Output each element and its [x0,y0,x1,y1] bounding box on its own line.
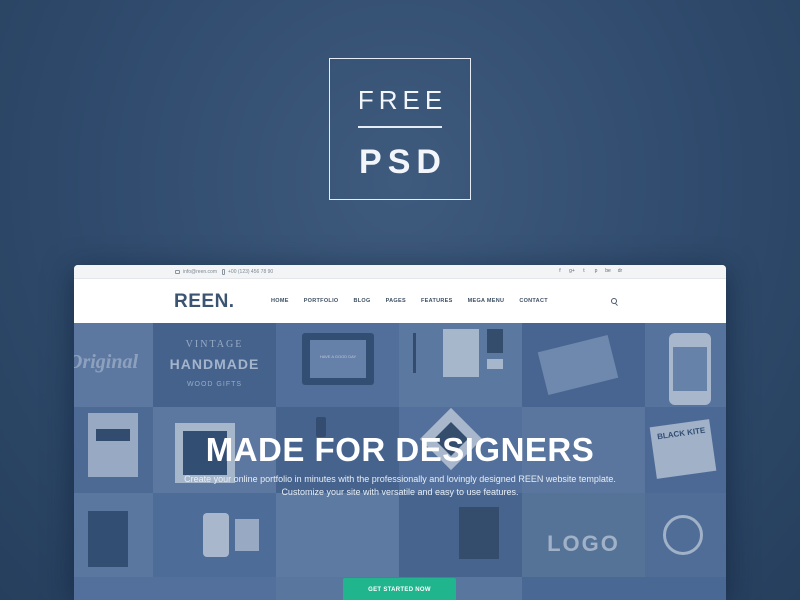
badge-free-text: FREE [357,85,448,115]
navbar: REEN. HOME PORTFOLIO BLOG PAGES FEATURES… [74,279,726,323]
nav-contact[interactable]: CONTACT [519,298,548,304]
nav-features[interactable]: FEATURES [421,298,453,304]
nav-portfolio[interactable]: PORTFOLIO [304,298,339,304]
google-plus-icon[interactable]: g+ [569,268,575,275]
topbar-phone[interactable]: +00 (123) 456 78 90 [222,269,273,275]
topbar-phone-text: +00 (123) 456 78 90 [228,269,274,275]
pinterest-icon[interactable]: p [593,268,599,275]
hero-subtitle: Create your online portfolio in minutes … [184,474,616,497]
dribbble-icon[interactable]: dr [617,268,623,275]
hero-title: MADE FOR DESIGNERS [205,431,595,468]
search-icon[interactable] [611,298,617,304]
website-mockup: info@reen.com +00 (123) 456 78 90 f g+ t… [74,265,726,600]
social-links: f g+ t p be dr [557,268,623,275]
topbar-email[interactable]: info@reen.com [175,269,217,275]
nav-home[interactable]: HOME [271,298,289,304]
badge-psd-text: PSD [359,143,447,181]
nav-pages[interactable]: PAGES [386,298,406,304]
topbar-email-text: info@reen.com [183,269,217,275]
envelope-icon [175,270,180,274]
facebook-icon[interactable]: f [557,268,563,275]
nav-mega-menu[interactable]: MEGA MENU [468,298,505,304]
site-logo[interactable]: REEN. [174,291,235,313]
free-psd-badge: FREE PSD [329,58,471,200]
twitter-icon[interactable]: t [581,268,587,275]
badge-divider [358,126,442,128]
nav-blog[interactable]: BLOG [354,298,371,304]
main-nav: HOME PORTFOLIO BLOG PAGES FEATURES MEGA … [271,298,563,304]
get-started-button[interactable]: GET STARTED NOW [343,578,456,600]
top-bar: info@reen.com +00 (123) 456 78 90 f g+ t… [74,265,726,279]
hero-section: Original VINTAGE HANDMADE WOOD GIFTS HAV… [74,323,726,600]
phone-icon [222,269,225,275]
behance-icon[interactable]: be [605,268,611,275]
